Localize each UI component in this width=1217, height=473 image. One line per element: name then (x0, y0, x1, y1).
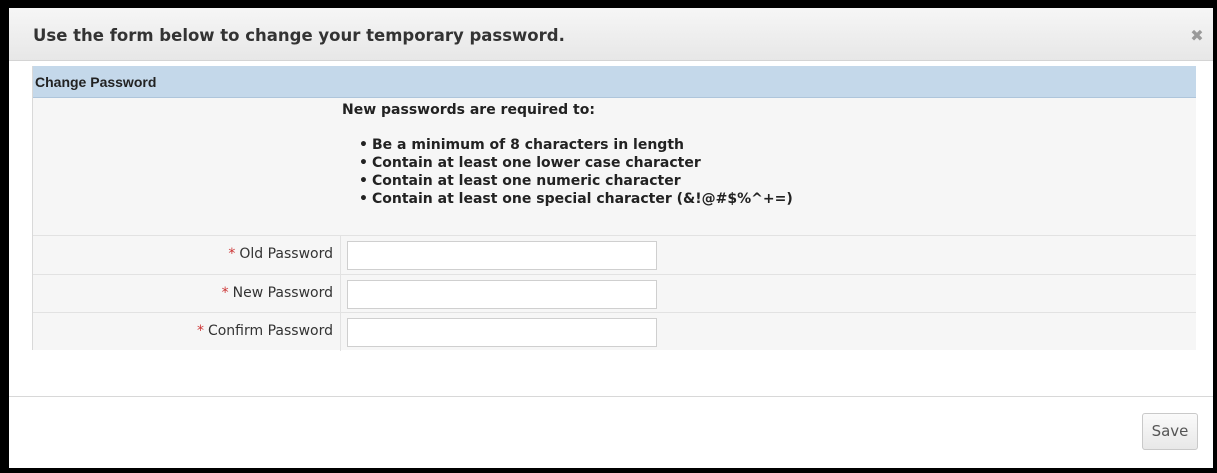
old-password-row: * Old Password (33, 236, 1196, 274)
requirements-list: • Be a minimum of 8 characters in length … (359, 136, 793, 208)
save-button[interactable]: Save (1142, 413, 1198, 450)
old-password-label: * Old Password (228, 246, 333, 262)
new-password-label: * New Password (221, 285, 333, 301)
requirement-text: Contain at least one numeric character (372, 173, 681, 189)
change-password-dialog: Use the form below to change your tempor… (9, 8, 1213, 468)
requirement-text: Contain at least one special character (… (372, 191, 793, 207)
old-password-input[interactable] (347, 241, 657, 270)
confirm-password-input[interactable] (347, 318, 657, 347)
requirements-heading: New passwords are required to: (342, 102, 595, 118)
requirement-text: Be a minimum of 8 characters in length (372, 137, 684, 153)
requirement-text: Contain at least one lower case characte… (372, 155, 701, 171)
label-separator (340, 313, 341, 351)
change-password-panel: Change Password New passwords are requir… (32, 66, 1196, 351)
requirement-item: • Contain at least one lower case charact… (359, 155, 701, 171)
requirement-item: • Contain at least one special character … (359, 191, 793, 207)
new-password-input[interactable] (347, 280, 657, 309)
confirm-password-label: * Confirm Password (196, 323, 333, 339)
new-password-row: * New Password (33, 275, 1196, 313)
footer-divider (9, 396, 1213, 397)
panel-header: Change Password (33, 66, 1196, 98)
close-icon[interactable]: ✖ (1187, 26, 1207, 46)
required-marker: * (196, 323, 204, 339)
dialog-title: Use the form below to change your tempor… (33, 26, 565, 45)
panel-header-title: Change Password (35, 74, 157, 90)
required-marker: * (221, 285, 229, 301)
requirement-item: • Contain at least one numeric character (359, 173, 681, 189)
dialog-titlebar: Use the form below to change your tempor… (9, 8, 1213, 61)
requirement-item: • Be a minimum of 8 characters in length (359, 137, 684, 153)
confirm-password-row: * Confirm Password (33, 313, 1196, 351)
required-marker: * (228, 246, 236, 262)
label-separator (340, 275, 341, 313)
label-separator (340, 236, 341, 274)
